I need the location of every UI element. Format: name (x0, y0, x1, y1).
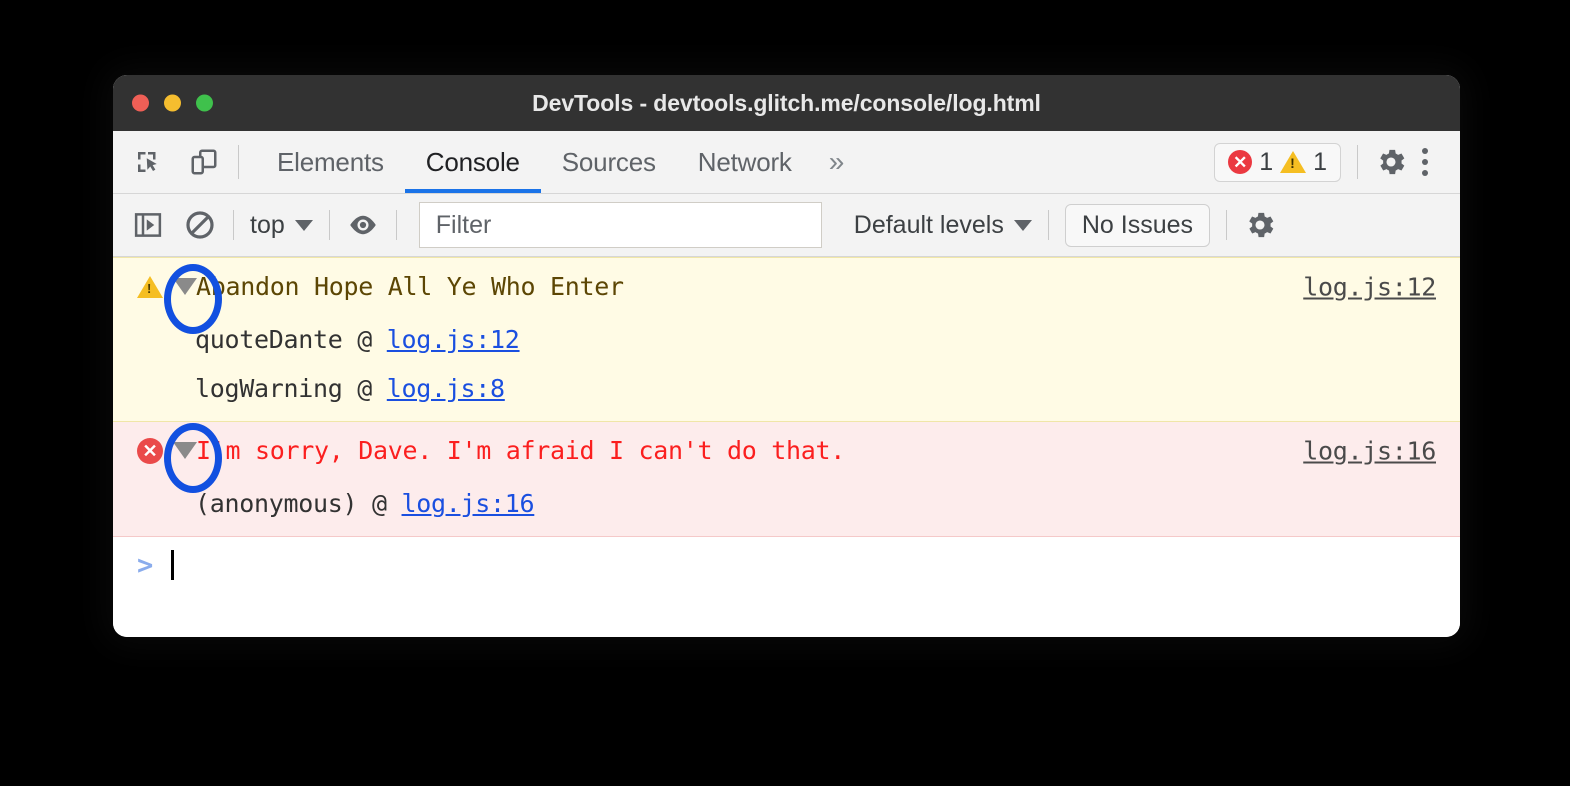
context-selector-label: top (250, 211, 285, 240)
stack-frame[interactable]: logWarning @ log.js:8 (113, 364, 1460, 421)
text-caret (171, 550, 174, 580)
stack-frame-function: quoteDante @ (195, 325, 387, 354)
gear-icon[interactable] (1374, 145, 1408, 179)
tab-network-label: Network (698, 147, 792, 178)
tabbar-right-group: ✕ 1 1 (1214, 131, 1460, 193)
console-sidebar-icon[interactable] (131, 208, 165, 242)
devtools-tabs: Elements Console Sources Network » (256, 131, 860, 193)
warning-icon (1280, 151, 1306, 173)
kebab-dot-3 (1422, 170, 1428, 176)
tab-sources[interactable]: Sources (541, 131, 677, 193)
chevron-down-icon (1014, 220, 1032, 231)
tabbar-right-divider (1357, 145, 1358, 179)
live-expression-eye-icon[interactable] (346, 208, 380, 242)
triangle-down-icon (173, 442, 197, 459)
chevron-down-icon (295, 220, 313, 231)
warning-icon (137, 276, 163, 298)
console-message-warning[interactable]: Abandon Hope All Ye Who Enter log.js:12 … (113, 257, 1460, 422)
console-message-header[interactable]: Abandon Hope All Ye Who Enter log.js:12 (113, 258, 1460, 315)
tab-elements[interactable]: Elements (256, 131, 405, 193)
device-toolbar-icon[interactable] (187, 145, 221, 179)
console-message-text: Abandon Hope All Ye Who Enter (196, 272, 624, 301)
stack-frame-function: (anonymous) @ (195, 489, 402, 518)
console-message-error[interactable]: ✕ I'm sorry, Dave. I'm afraid I can't do… (113, 422, 1460, 537)
tab-console[interactable]: Console (405, 131, 541, 193)
filter-input[interactable] (434, 210, 807, 241)
stack-frame-function: logWarning @ (195, 374, 387, 403)
kebab-dot-1 (1422, 148, 1428, 154)
tab-sources-label: Sources (562, 147, 656, 178)
console-message-text: I'm sorry, Dave. I'm afraid I can't do t… (196, 436, 845, 465)
log-levels-selector[interactable]: Default levels (854, 211, 1032, 240)
clear-console-icon[interactable] (183, 208, 217, 242)
console-settings-gear-icon[interactable] (1243, 208, 1277, 242)
warning-count: 1 (1313, 150, 1327, 175)
stack-frame[interactable]: (anonymous) @ log.js:16 (113, 479, 1460, 536)
console-toolbar-divider-1 (233, 210, 234, 240)
console-message-list[interactable]: Abandon Hope All Ye Who Enter log.js:12 … (113, 257, 1460, 637)
console-prompt[interactable]: > (113, 537, 1460, 593)
issue-counter[interactable]: ✕ 1 1 (1214, 143, 1341, 182)
error-icon: ✕ (1228, 150, 1252, 174)
stack-frame-link[interactable]: log.js:12 (387, 325, 520, 354)
console-toolbar: top Default levels No Issues (113, 194, 1460, 257)
console-toolbar-divider-5 (1226, 210, 1227, 240)
console-message-source-link[interactable]: log.js:12 (1303, 272, 1436, 301)
close-window-button[interactable] (132, 95, 149, 112)
log-levels-label: Default levels (854, 211, 1004, 240)
stack-frame[interactable]: quoteDante @ log.js:12 (113, 315, 1460, 364)
inspect-element-icon[interactable] (131, 145, 165, 179)
console-toolbar-divider-4 (1048, 210, 1049, 240)
error-count: 1 (1259, 150, 1273, 175)
console-message-source-link[interactable]: log.js:16 (1303, 436, 1436, 465)
chevron-double-right-icon: » (829, 146, 844, 178)
error-icon: ✕ (137, 438, 163, 464)
console-toolbar-divider-3 (396, 210, 397, 240)
devtools-window: DevTools - devtools.glitch.me/console/lo… (113, 75, 1460, 637)
tabbar-divider (238, 145, 239, 179)
screenshot-root: DevTools - devtools.glitch.me/console/lo… (0, 0, 1570, 786)
traffic-lights (132, 95, 213, 112)
tab-console-label: Console (426, 147, 520, 178)
triangle-down-icon (173, 278, 197, 295)
issues-button[interactable]: No Issues (1065, 204, 1210, 247)
context-selector[interactable]: top (250, 211, 313, 240)
devtools-tabbar: Elements Console Sources Network » ✕ (113, 131, 1460, 194)
tab-elements-label: Elements (277, 147, 384, 178)
stack-frame-link[interactable]: log.js:8 (387, 374, 505, 403)
window-titlebar: DevTools - devtools.glitch.me/console/lo… (113, 75, 1460, 131)
console-toolbar-divider-2 (329, 210, 330, 240)
console-message-header[interactable]: ✕ I'm sorry, Dave. I'm afraid I can't do… (113, 422, 1460, 479)
stack-frame-link[interactable]: log.js:16 (402, 489, 535, 518)
window-title: DevTools - devtools.glitch.me/console/lo… (532, 90, 1041, 117)
maximize-window-button[interactable] (196, 95, 213, 112)
tab-network[interactable]: Network (677, 131, 813, 193)
prompt-arrow-icon: > (137, 550, 167, 581)
more-tabs-button[interactable]: » (813, 131, 860, 193)
filter-box[interactable] (419, 202, 822, 248)
minimize-window-button[interactable] (164, 95, 181, 112)
tabbar-icon-group (113, 131, 221, 193)
kebab-menu-icon[interactable] (1408, 148, 1442, 176)
kebab-dot-2 (1422, 159, 1428, 165)
